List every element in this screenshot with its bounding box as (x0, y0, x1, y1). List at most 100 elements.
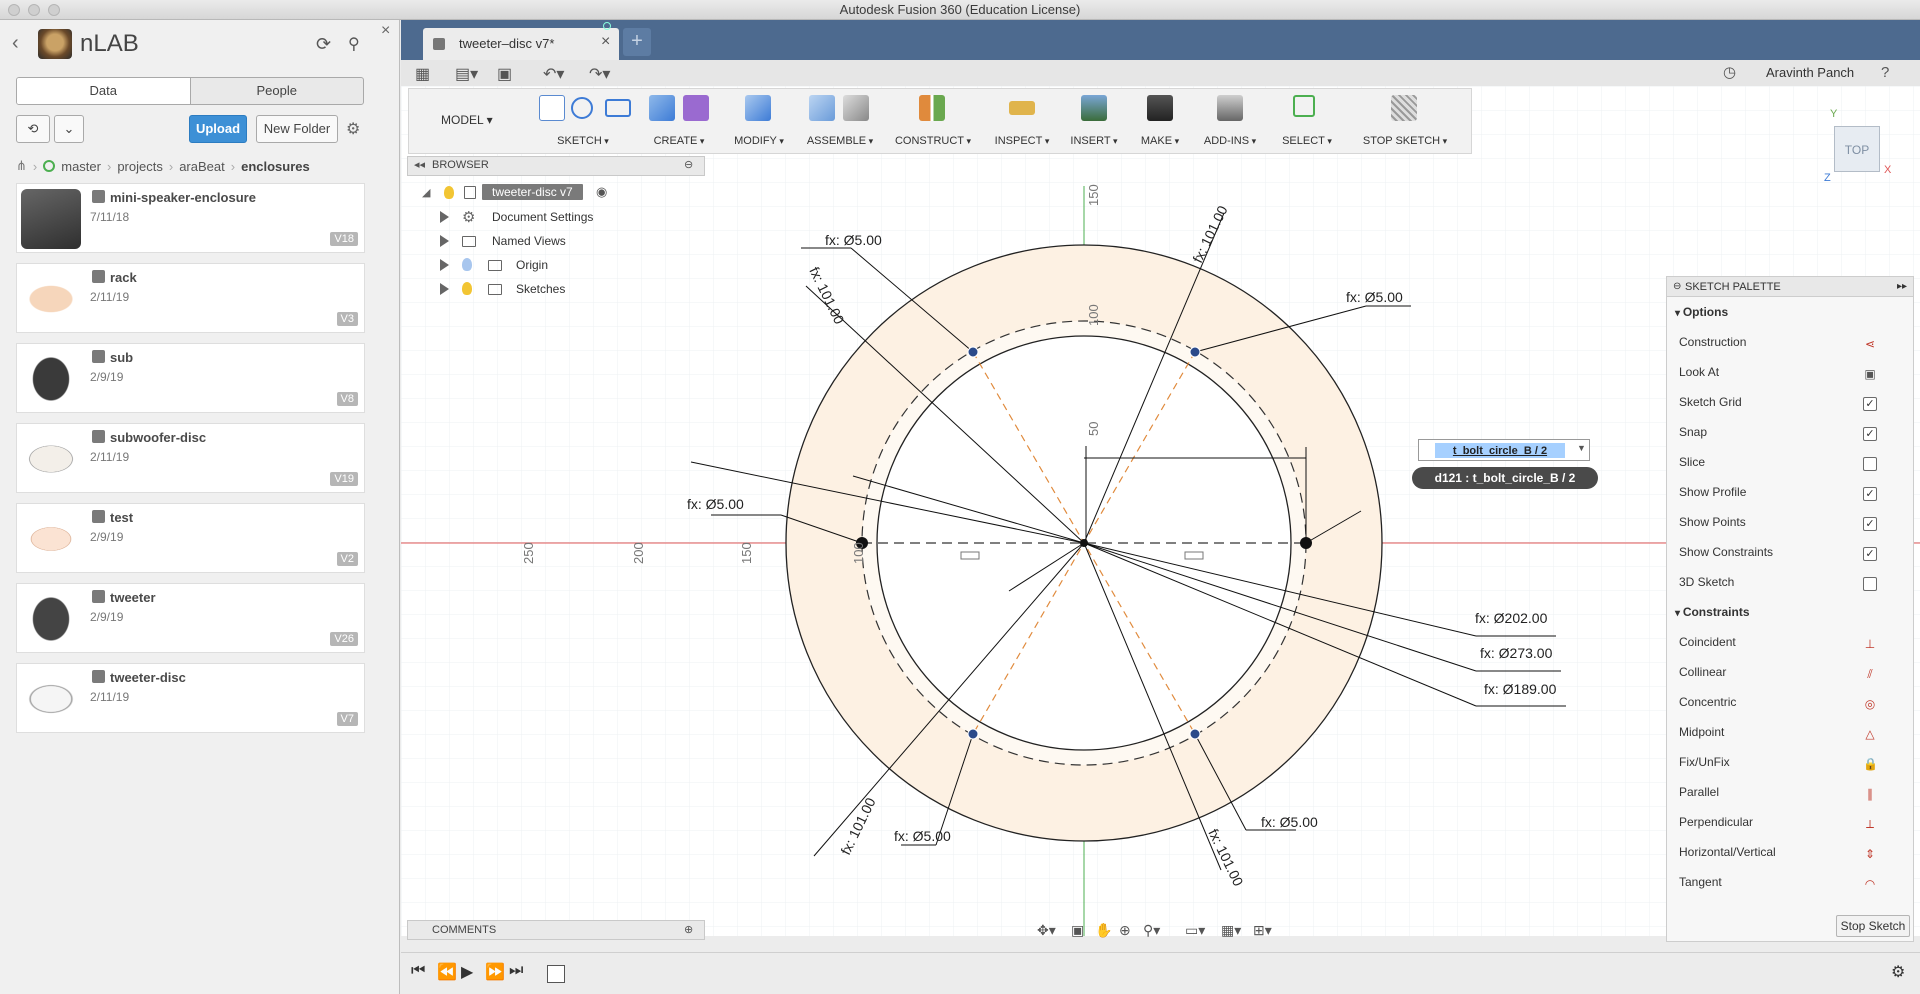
workspace-switcher[interactable]: MODEL ▾ (441, 113, 493, 127)
redo-icon[interactable]: ↷▾ (589, 64, 610, 84)
version-badge[interactable]: V7 (336, 712, 358, 726)
visibility-bulb-icon[interactable] (444, 186, 454, 199)
dim-diameter-202[interactable]: fx: Ø202.00 (1475, 610, 1548, 626)
zoom-window-icon[interactable]: ⚲▾ (1143, 922, 1160, 939)
breadcrumb-projects[interactable]: projects (117, 159, 163, 174)
file-card[interactable]: tweeter 2/9/19 V26 (16, 583, 365, 653)
ribbon-inspect[interactable]: INSPECT (987, 89, 1057, 153)
select-icon[interactable] (1293, 95, 1315, 117)
create-sketch-icon[interactable] (539, 95, 565, 121)
coincident-icon[interactable]: ⊥ (1863, 637, 1877, 651)
option-show-points[interactable]: Show Points ✓ (1679, 515, 1899, 537)
3d-sketch-checkbox[interactable] (1863, 577, 1877, 591)
option-snap[interactable]: Snap ✓ (1679, 425, 1899, 447)
version-badge[interactable]: V26 (330, 632, 358, 646)
ribbon-modify[interactable]: MODIFY (723, 89, 795, 153)
step-back-icon[interactable]: ⏪ (437, 962, 457, 982)
snap-checkbox[interactable]: ✓ (1863, 427, 1877, 441)
browser-item-document-settings[interactable]: ⚙ Document Settings (440, 207, 640, 229)
chevron-down-icon[interactable]: ▼ (1577, 443, 1586, 453)
stop-sketch-icon[interactable] (1391, 95, 1417, 121)
scripts-icon[interactable] (1217, 95, 1243, 121)
file-card[interactable]: rack 2/11/19 V3 (16, 263, 365, 333)
go-to-start-icon[interactable]: ⏮ (411, 962, 425, 980)
expand-icon[interactable] (440, 235, 449, 247)
comments-panel-header[interactable]: COMMENTS ⊕ (407, 920, 705, 940)
upload-button[interactable]: Upload (189, 115, 247, 143)
chevron-down-icon[interactable]: ⌄ (54, 115, 84, 143)
concentric-icon[interactable]: ◎ (1863, 697, 1877, 711)
grid-settings-icon[interactable]: ▦▾ (1221, 922, 1241, 939)
option-look-at[interactable]: Look At ▣ (1679, 365, 1899, 387)
ribbon-assemble[interactable]: ASSEMBLE (801, 89, 879, 153)
option-sketch-grid[interactable]: Sketch Grid ✓ (1679, 395, 1899, 417)
visibility-bulb-icon[interactable] (462, 282, 472, 295)
version-badge[interactable]: V8 (336, 392, 358, 406)
breadcrumb-arabeat[interactable]: araBeat (179, 159, 225, 174)
collinear-icon[interactable]: ⫽ (1863, 667, 1877, 681)
ribbon-construct[interactable]: CONSTRUCT (885, 89, 981, 153)
stop-sketch-button[interactable]: Stop Sketch (1836, 915, 1910, 937)
spline-icon[interactable] (571, 97, 593, 119)
joint-icon[interactable] (843, 95, 869, 121)
close-icon[interactable]: × (601, 33, 610, 51)
breadcrumb-master[interactable]: master (61, 159, 101, 174)
rectangle-icon[interactable] (605, 99, 631, 117)
search-icon[interactable]: ⚲ (348, 34, 360, 54)
pan-hand-icon[interactable]: ✋ (1095, 922, 1112, 939)
look-at-icon[interactable]: ▣ (1863, 367, 1877, 381)
expand-icon[interactable] (440, 211, 449, 223)
ribbon-insert[interactable]: INSERT (1063, 89, 1125, 153)
option-construction[interactable]: Construction ⋖ (1679, 335, 1899, 357)
file-card[interactable]: test 2/9/19 V2 (16, 503, 365, 573)
new-folder-button[interactable]: New Folder (256, 115, 338, 143)
version-badge[interactable]: V2 (336, 552, 358, 566)
job-status-icon[interactable]: ◷ (1723, 63, 1736, 81)
constraint-fix-unfix[interactable]: Fix/UnFix 🔒 (1679, 755, 1899, 777)
tab-people[interactable]: People (189, 78, 364, 104)
constraints-section-header[interactable]: Constraints (1675, 605, 1750, 619)
new-tab-button[interactable]: + (623, 28, 651, 56)
tab-data[interactable]: Data (17, 78, 190, 104)
dimension-input[interactable] (1435, 443, 1565, 458)
constraint-midpoint[interactable]: Midpoint △ (1679, 725, 1899, 747)
sketch-grid-checkbox[interactable]: ✓ (1863, 397, 1877, 411)
user-menu[interactable]: Aravinth Panch (1766, 65, 1854, 80)
3d-print-icon[interactable] (1147, 95, 1173, 121)
minimize-window-button[interactable] (28, 4, 40, 16)
ribbon-select[interactable]: SELECT (1271, 89, 1343, 153)
browser-root[interactable]: ◢ tweeter-disc v7 ◉ (422, 183, 622, 205)
option-show-profile[interactable]: Show Profile ✓ (1679, 485, 1899, 507)
close-icon[interactable]: × (381, 22, 390, 40)
measure-icon[interactable] (1009, 101, 1035, 115)
minus-icon[interactable]: ⊖ (684, 158, 693, 171)
insert-image-icon[interactable] (1081, 95, 1107, 121)
close-window-button[interactable] (8, 4, 20, 16)
box-icon[interactable] (649, 95, 675, 121)
file-card[interactable]: subwoofer-disc 2/11/19 V19 (16, 423, 365, 493)
version-badge[interactable]: V18 (330, 232, 358, 246)
construction-icon[interactable]: ⋖ (1863, 337, 1877, 351)
form-icon[interactable] (683, 95, 709, 121)
display-settings-icon[interactable]: ▭▾ (1185, 922, 1205, 939)
viewcube[interactable]: TOP (1834, 126, 1880, 172)
constraint-collinear[interactable]: Collinear ⫽ (1679, 665, 1899, 687)
slice-checkbox[interactable] (1863, 457, 1877, 471)
constraint-coincident[interactable]: Coincident ⊥ (1679, 635, 1899, 657)
parallel-icon[interactable]: ∥ (1863, 787, 1877, 801)
sketch-palette-header[interactable]: ⊖ SKETCH PALETTE ▸▸ (1667, 277, 1913, 297)
document-tab[interactable]: tweeter–disc v7* × (423, 22, 619, 60)
zoom-icon[interactable]: ⊕ (1119, 922, 1131, 939)
constraint-tangent[interactable]: Tangent ◠ (1679, 875, 1899, 897)
file-menu-icon[interactable]: ▤▾ (455, 64, 478, 84)
ribbon-sketch[interactable]: SKETCH (531, 89, 635, 153)
dimension-input-box[interactable]: ▼ (1418, 439, 1590, 461)
version-badge[interactable]: V3 (336, 312, 358, 326)
timeline-settings-gear-icon[interactable]: ⚙ (1891, 962, 1905, 982)
orbit-icon[interactable]: ✥▾ (1037, 922, 1056, 939)
dim-diameter-273[interactable]: fx: Ø273.00 (1480, 645, 1553, 661)
play-icon[interactable]: ▶ (461, 962, 473, 982)
file-card[interactable]: sub 2/9/19 V8 (16, 343, 365, 413)
timeline-sketch-feature-icon[interactable] (547, 965, 565, 983)
press-pull-icon[interactable] (745, 95, 771, 121)
